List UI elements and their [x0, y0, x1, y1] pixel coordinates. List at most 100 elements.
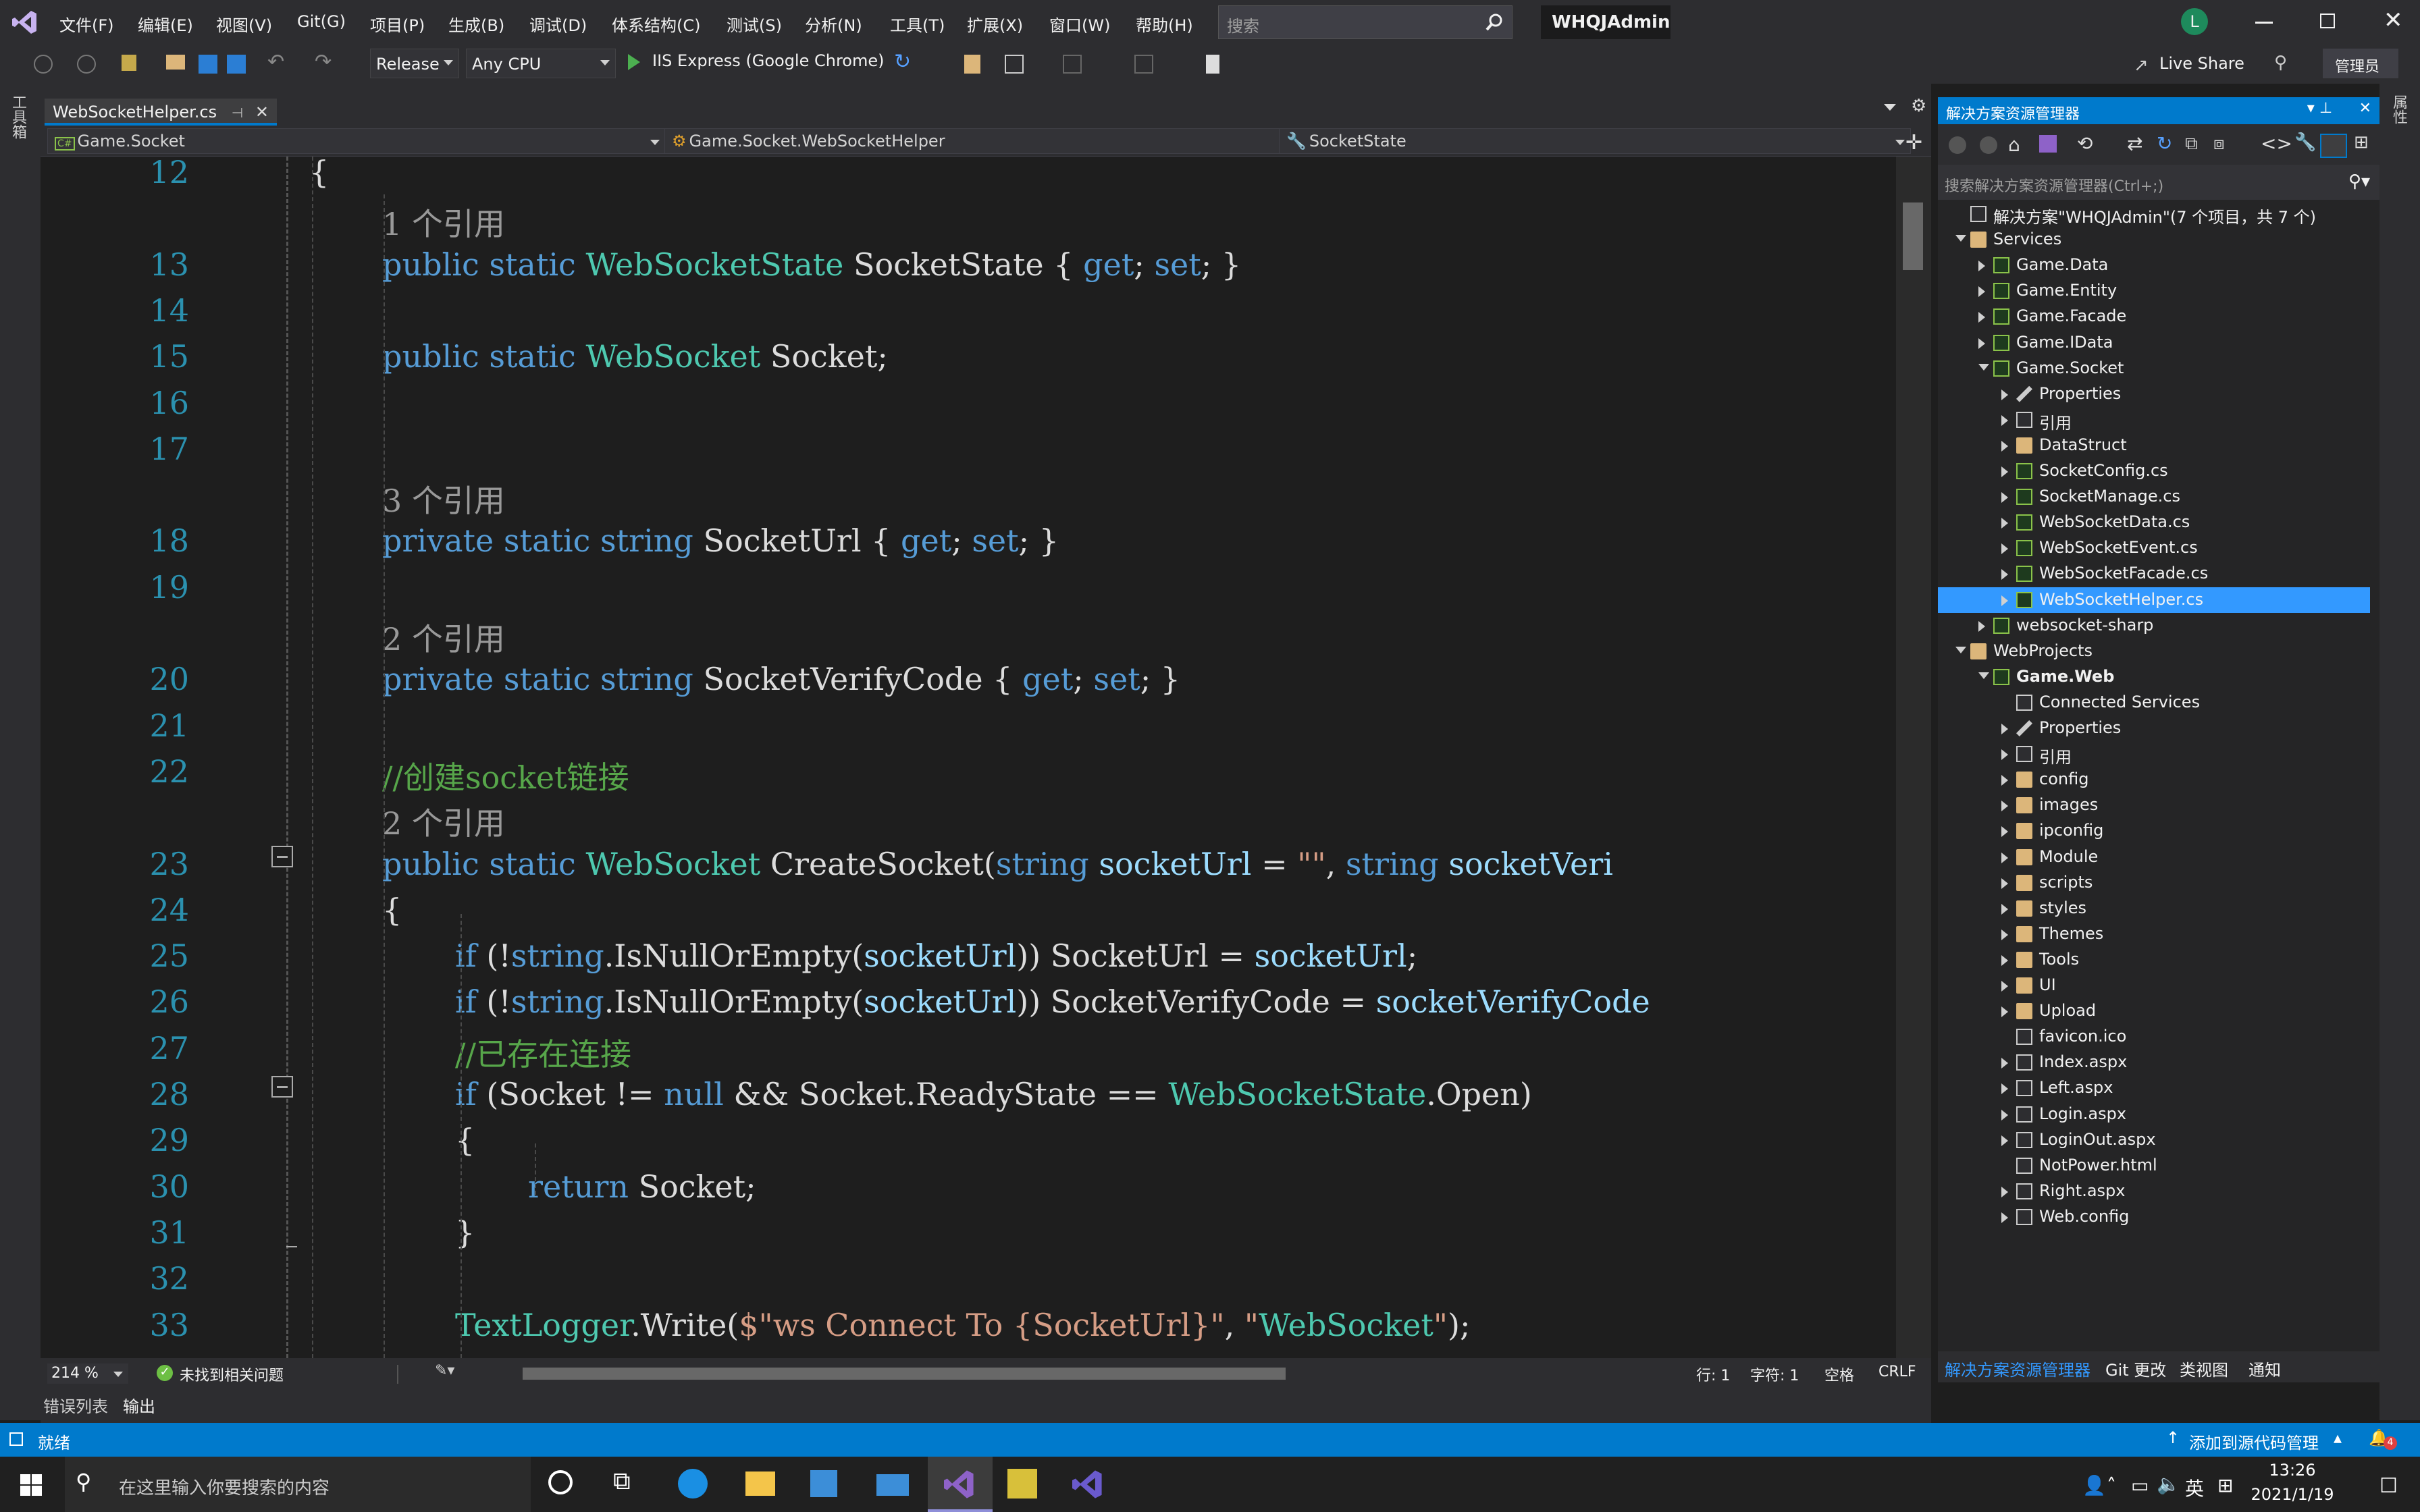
- codelens-reference[interactable]: 1 个引用: [382, 200, 505, 244]
- chevron-right-icon[interactable]: [2001, 801, 2008, 812]
- split-editor-icon[interactable]: ✛: [1905, 131, 1922, 155]
- tree-item[interactable]: WebProjects: [1938, 639, 2379, 664]
- action-center-icon[interactable]: ☐: [2379, 1474, 2398, 1498]
- chevron-right-icon[interactable]: [1978, 338, 1985, 349]
- issues-status[interactable]: 未找到相关问题: [180, 1364, 284, 1385]
- open-file-icon[interactable]: [166, 55, 185, 70]
- tree-item[interactable]: Module: [1938, 844, 2379, 870]
- tab-list-chevron-icon[interactable]: [1884, 104, 1896, 111]
- menu-item[interactable]: 文件(F): [59, 12, 114, 36]
- chevron-right-icon[interactable]: [2001, 543, 2008, 555]
- browser-link-icon[interactable]: [964, 55, 980, 74]
- new-project-icon[interactable]: [122, 55, 136, 71]
- close-icon[interactable]: ✕: [2359, 100, 2371, 117]
- switch-views-icon[interactable]: [2039, 135, 2057, 153]
- cortana-icon[interactable]: [548, 1470, 573, 1494]
- tree-item[interactable]: SocketConfig.cs: [1938, 458, 2379, 484]
- visual-studio-code-icon[interactable]: [1072, 1469, 1103, 1500]
- tree-item[interactable]: Game.Entity: [1938, 278, 2379, 304]
- forward-icon[interactable]: [1980, 136, 1997, 154]
- tree-item[interactable]: UI: [1938, 973, 2379, 998]
- chevron-right-icon[interactable]: [1978, 286, 1985, 298]
- close-icon[interactable]: ✕: [2384, 7, 2403, 34]
- sync-icon[interactable]: ⇄: [2127, 132, 2142, 155]
- store-icon[interactable]: [810, 1470, 837, 1497]
- chevron-right-icon[interactable]: [2001, 414, 2008, 426]
- tree-item[interactable]: favicon.ico: [1938, 1024, 2379, 1050]
- chevron-right-icon[interactable]: [2001, 492, 2008, 504]
- chevron-right-icon[interactable]: [2001, 1058, 2008, 1069]
- tree-item[interactable]: images: [1938, 792, 2379, 818]
- tree-item[interactable]: Game.Facade: [1938, 304, 2379, 329]
- chevron-right-icon[interactable]: [2001, 466, 2008, 477]
- forward-icon[interactable]: [77, 55, 96, 74]
- minimize-icon[interactable]: [2255, 22, 2273, 24]
- close-tab-icon[interactable]: ✕: [255, 103, 269, 122]
- code-line[interactable]: public static WebSocketState SocketState…: [382, 246, 1241, 283]
- chevron-right-icon[interactable]: [2001, 852, 2008, 863]
- view-code-icon[interactable]: <>: [2261, 132, 2292, 155]
- network-icon[interactable]: ▭: [2131, 1474, 2149, 1496]
- source-control-button[interactable]: 添加到源代码管理: [2189, 1430, 2319, 1453]
- tab-websockethelper[interactable]: WebSocketHelper.cs ⊣ ✕: [45, 99, 277, 126]
- tree-item[interactable]: Game.Data: [1938, 252, 2379, 278]
- chevron-down-icon[interactable]: [1978, 363, 1989, 371]
- file-explorer-icon[interactable]: [745, 1472, 775, 1496]
- tree-item[interactable]: WebSocketData.cs: [1938, 510, 2379, 535]
- chevron-right-icon[interactable]: [2001, 389, 2008, 400]
- chevron-down-icon[interactable]: [1955, 646, 1966, 653]
- config-dropdown[interactable]: Release: [370, 49, 459, 78]
- se-tab[interactable]: Git 更改: [2105, 1357, 2166, 1380]
- chevron-right-icon[interactable]: [2001, 1006, 2008, 1018]
- menu-item[interactable]: 测试(S): [727, 12, 782, 36]
- line-ending-indicator[interactable]: CRLF: [1878, 1364, 1916, 1380]
- solution-search-input[interactable]: 搜索解决方案资源管理器(Ctrl+;) ⚲▾: [1938, 165, 2379, 200]
- code-editor[interactable]: [41, 157, 1896, 1358]
- se-tab[interactable]: 通知: [2248, 1357, 2281, 1380]
- menu-item[interactable]: Git(G): [297, 12, 346, 31]
- clock-time[interactable]: 13:26: [2255, 1461, 2330, 1480]
- codelens-reference[interactable]: 2 个引用: [382, 615, 505, 659]
- codelens-reference[interactable]: 2 个引用: [382, 799, 505, 844]
- chevron-right-icon[interactable]: [2001, 878, 2008, 889]
- chevron-right-icon[interactable]: [2001, 569, 2008, 580]
- visual-studio-logo-icon[interactable]: [12, 9, 38, 35]
- menu-item[interactable]: 帮助(H): [1136, 12, 1193, 36]
- vertical-scrollbar[interactable]: [1896, 157, 1931, 1358]
- tree-scrollbar[interactable]: [2370, 202, 2379, 1350]
- chevron-right-icon[interactable]: [2001, 1186, 2008, 1197]
- code-line[interactable]: TextLogger.Write($"ws Connect To {Socket…: [455, 1307, 1470, 1343]
- tree-item[interactable]: Tools: [1938, 947, 2379, 973]
- zoom-dropdown[interactable]: 214 %: [47, 1364, 128, 1384]
- tree-item[interactable]: Themes: [1938, 921, 2379, 947]
- menu-item[interactable]: 调试(D): [529, 12, 587, 36]
- tree-item[interactable]: Left.aspx: [1938, 1075, 2379, 1101]
- code-line[interactable]: {: [455, 1122, 475, 1158]
- refresh-icon[interactable]: ↻: [2157, 132, 2172, 155]
- code-line[interactable]: if (!string.IsNullOrEmpty(socketUrl)) So…: [455, 938, 1417, 974]
- ime-indicator[interactable]: 英: [2185, 1474, 2204, 1501]
- tree-item[interactable]: NotPower.html: [1938, 1153, 2379, 1179]
- collapse-toggle[interactable]: [271, 1076, 293, 1098]
- chevron-right-icon[interactable]: [2001, 440, 2008, 452]
- chevron-right-icon[interactable]: [2001, 826, 2008, 838]
- chevron-right-icon[interactable]: [2001, 1083, 2008, 1095]
- menu-item[interactable]: 窗口(W): [1049, 12, 1110, 36]
- menu-item[interactable]: 编辑(E): [138, 12, 193, 36]
- platform-dropdown[interactable]: Any CPU: [466, 49, 616, 78]
- collapse-all-icon[interactable]: ⧉: [2185, 134, 2198, 155]
- class-diagram-icon[interactable]: ⊞: [2354, 132, 2369, 153]
- chevron-right-icon[interactable]: [2001, 1135, 2008, 1146]
- se-tab[interactable]: 类视图: [2180, 1357, 2228, 1380]
- pin-icon[interactable]: ▾ ⊥: [2307, 100, 2332, 117]
- home-icon[interactable]: ⌂: [2008, 134, 2020, 156]
- redo-icon[interactable]: ↷: [315, 50, 334, 74]
- person-icon[interactable]: 👤: [2082, 1474, 2106, 1496]
- code-line[interactable]: if (Socket != null && Socket.ReadyState …: [455, 1076, 1532, 1112]
- tree-item[interactable]: 解决方案"WHQJAdmin"(7 个项目，共 7 个): [1938, 201, 2379, 227]
- chevron-down-icon[interactable]: [1978, 672, 1989, 679]
- tree-item[interactable]: Connected Services: [1938, 690, 2379, 716]
- python-tool-icon[interactable]: [1007, 1469, 1037, 1498]
- edge-icon[interactable]: [678, 1469, 708, 1498]
- tree-item[interactable]: Upload: [1938, 998, 2379, 1024]
